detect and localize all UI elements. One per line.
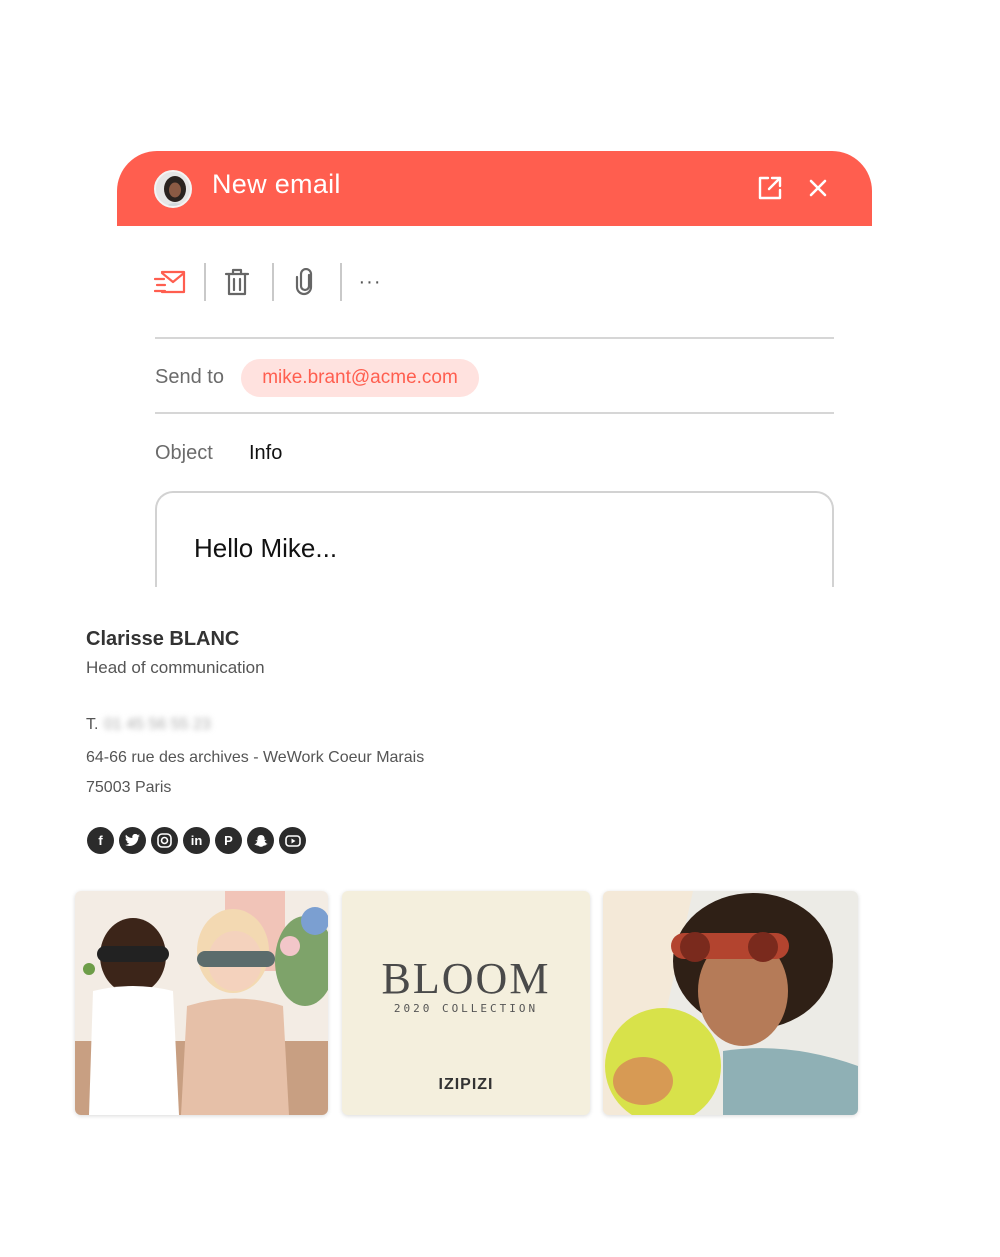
banner-bloom-subtitle: 2020 COLLECTION: [393, 1002, 539, 1015]
divider: [155, 337, 834, 339]
facebook-icon[interactable]: f: [87, 827, 114, 854]
toolbar-divider: [204, 263, 206, 301]
instagram-icon[interactable]: [151, 827, 178, 854]
more-icon[interactable]: ···: [357, 267, 383, 297]
banner-image-bloom-collection[interactable]: BLOOM 2020 COLLECTION IZIPIZI: [342, 891, 590, 1115]
banner-brand-logo: IZIPIZI: [438, 1076, 494, 1093]
message-body-text: Hello Mike...: [194, 533, 338, 563]
signature-phone-number: 01 45 56 55 23: [104, 716, 211, 733]
signature-phone-prefix: T.: [86, 716, 99, 733]
avatar: [154, 170, 192, 208]
pinterest-icon[interactable]: P: [215, 827, 242, 854]
object-field[interactable]: Info: [249, 442, 282, 465]
divider: [155, 412, 834, 414]
window-title: New email: [212, 169, 341, 199]
banner-bloom-title: BLOOM: [381, 954, 551, 1003]
message-body[interactable]: Hello Mike...: [155, 491, 834, 587]
social-icons: f in P: [87, 827, 306, 854]
banner-image-kids-sunglasses[interactable]: [75, 891, 328, 1115]
signature-address-line2: 75003 Paris: [86, 779, 172, 796]
snapchat-icon[interactable]: [247, 827, 274, 854]
signature-name: Clarisse BLANC: [86, 628, 240, 650]
attachment-icon[interactable]: [292, 267, 318, 297]
linkedin-icon[interactable]: in: [183, 827, 210, 854]
signature-role: Head of communication: [86, 658, 265, 677]
sendto-label: Send to: [155, 366, 224, 388]
toolbar-divider: [272, 263, 274, 301]
external-link-icon[interactable]: [757, 175, 783, 201]
compose-toolbar: ···: [154, 263, 834, 303]
twitter-icon[interactable]: [119, 827, 146, 854]
banner-image-child-sunglasses[interactable]: [603, 891, 858, 1115]
trash-icon[interactable]: [224, 267, 250, 297]
close-icon[interactable]: [807, 177, 829, 199]
object-label: Object: [155, 442, 213, 464]
toolbar-divider: [340, 263, 342, 301]
signature-address-line1: 64-66 rue des archives - WeWork Coeur Ma…: [86, 749, 425, 766]
recipient-chip[interactable]: mike.brant@acme.com: [241, 359, 479, 397]
youtube-icon[interactable]: [279, 827, 306, 854]
send-icon[interactable]: [154, 267, 186, 297]
compose-header: New email: [117, 151, 872, 226]
